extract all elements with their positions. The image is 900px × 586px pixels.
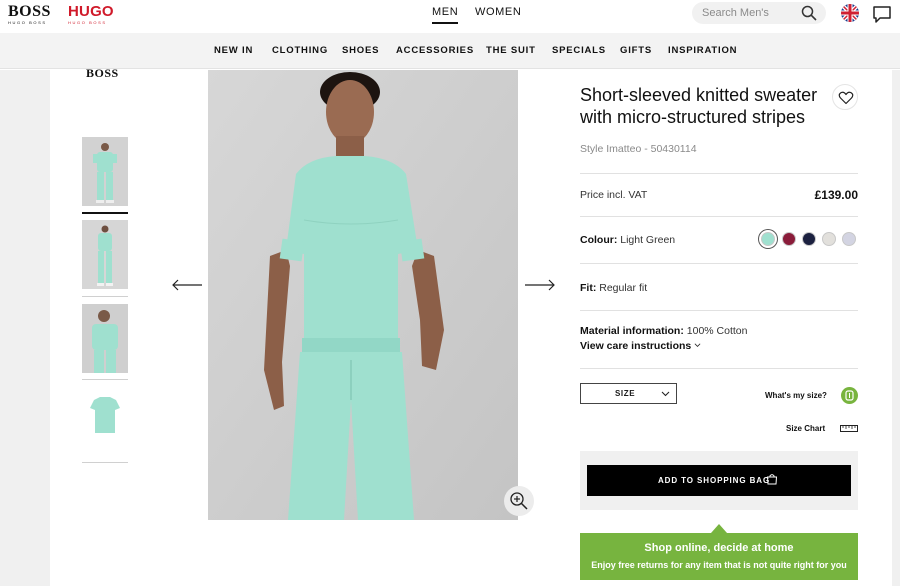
divider bbox=[580, 173, 858, 174]
size-chart-link[interactable]: Size Chart bbox=[786, 424, 825, 433]
zoom-in-icon bbox=[510, 492, 528, 510]
promo-title: Shop online, decide at home bbox=[644, 542, 794, 554]
swatch-lilac[interactable] bbox=[842, 232, 856, 246]
material-value: 100% Cotton bbox=[686, 325, 748, 337]
care-instructions-link[interactable]: View care instructions bbox=[580, 340, 701, 352]
thumbnail-model-crop-image bbox=[82, 304, 128, 373]
divider bbox=[580, 310, 858, 311]
main-product-image[interactable] bbox=[208, 70, 518, 520]
divider bbox=[580, 263, 858, 264]
zoom-in-button[interactable] bbox=[504, 486, 534, 516]
size-advisor-icon bbox=[845, 390, 854, 401]
hugo-logo[interactable]: HUGO HUGO BOSS bbox=[68, 3, 114, 26]
colour-row: Colour: Light Green bbox=[580, 234, 675, 246]
boss-logo[interactable]: BOSS HUGO BOSS bbox=[8, 3, 52, 26]
nav-item-accessories[interactable]: ACCESSORIES bbox=[396, 45, 474, 56]
chat-icon[interactable] bbox=[872, 4, 892, 24]
size-select-label: SIZE bbox=[615, 389, 636, 398]
category-nav: NEW IN CLOTHING SHOES ACCESSORIES THE SU… bbox=[0, 33, 900, 69]
tab-women[interactable]: WOMEN bbox=[475, 6, 521, 18]
add-to-bag-button[interactable]: ADD TO SHOPPING BAG bbox=[587, 465, 851, 496]
thumbnail-1[interactable] bbox=[82, 137, 128, 206]
nav-item-the-suit[interactable]: THE SUIT bbox=[486, 45, 536, 56]
nav-item-shoes[interactable]: SHOES bbox=[342, 45, 379, 56]
hugo-logo-text: HUGO bbox=[68, 3, 114, 20]
thumbnail-divider bbox=[82, 296, 128, 297]
nav-item-new-in[interactable]: NEW IN bbox=[214, 45, 253, 56]
promo-text: Enjoy free returns for any item that is … bbox=[591, 560, 847, 570]
uk-flag-icon[interactable] bbox=[841, 4, 859, 22]
arrow-right-icon[interactable] bbox=[524, 279, 556, 291]
material-row: Material information: 100% Cotton bbox=[580, 325, 747, 337]
thumbnail-divider bbox=[82, 379, 128, 380]
top-bar: BOSS HUGO BOSS HUGO HUGO BOSS MEN WOMEN … bbox=[0, 0, 900, 33]
nav-item-clothing[interactable]: CLOTHING bbox=[272, 45, 328, 56]
thumbnail-2[interactable] bbox=[82, 220, 128, 289]
ruler-icon[interactable] bbox=[840, 425, 858, 432]
heart-icon bbox=[838, 91, 854, 105]
divider bbox=[580, 368, 858, 369]
model-wearing-sweater-image bbox=[208, 70, 518, 520]
material-label: Material information: bbox=[580, 325, 684, 337]
product-title: Short-sleeved knitted sweater with micro… bbox=[580, 85, 818, 127]
right-gutter bbox=[892, 70, 900, 586]
colour-value: Light Green bbox=[620, 234, 676, 246]
nav-item-inspiration[interactable]: INSPIRATION bbox=[668, 45, 737, 56]
thumbnail-model-full-image bbox=[82, 220, 128, 289]
boss-logo-subtext: HUGO BOSS bbox=[8, 20, 47, 25]
thumbnail-4[interactable] bbox=[82, 388, 128, 457]
free-returns-banner: Shop online, decide at home Enjoy free r… bbox=[580, 524, 858, 580]
size-select[interactable]: SIZE bbox=[580, 383, 677, 404]
fit-row: Fit: Regular fit bbox=[580, 282, 647, 294]
add-to-bag-label: ADD TO SHOPPING BAG bbox=[658, 476, 771, 485]
tab-men[interactable]: MEN bbox=[432, 6, 459, 24]
chevron-down-icon bbox=[661, 391, 670, 397]
search-placeholder: Search Men's bbox=[702, 7, 769, 19]
gallery-brand-logo: BOSS bbox=[86, 66, 119, 77]
swatch-burgundy[interactable] bbox=[782, 232, 796, 246]
price-value: £139.00 bbox=[814, 188, 858, 202]
search-input[interactable]: Search Men's bbox=[692, 2, 826, 24]
colour-label: Colour: bbox=[580, 234, 618, 246]
wishlist-button[interactable] bbox=[832, 84, 858, 110]
whats-my-size-link[interactable]: What's my size? bbox=[765, 391, 827, 400]
price-label: Price incl. VAT bbox=[580, 189, 648, 201]
thumbnail-divider bbox=[82, 462, 128, 463]
search-icon[interactable] bbox=[800, 4, 818, 22]
boss-logo-text: BOSS bbox=[8, 3, 51, 20]
add-to-bag-area: ADD TO SHOPPING BAG bbox=[580, 451, 858, 510]
nav-item-specials[interactable]: SPECIALS bbox=[552, 45, 606, 56]
fit-value: Regular fit bbox=[599, 282, 648, 294]
hugo-logo-subtext: HUGO BOSS bbox=[68, 20, 107, 25]
thumbnail-flat-product-image bbox=[82, 388, 128, 457]
swatch-beige[interactable] bbox=[822, 232, 836, 246]
chevron-down-icon bbox=[694, 343, 701, 347]
arrow-left-icon[interactable] bbox=[171, 279, 203, 291]
style-number: Style Imatteo - 50430114 bbox=[580, 143, 697, 155]
thumbnail-3[interactable] bbox=[82, 304, 128, 373]
left-gutter bbox=[0, 70, 50, 586]
nav-item-gifts[interactable]: GIFTS bbox=[620, 45, 652, 56]
fit-label: Fit: bbox=[580, 282, 597, 294]
thumbnail-model-front-image bbox=[82, 137, 128, 206]
divider bbox=[580, 216, 858, 217]
care-instructions-label: View care instructions bbox=[580, 340, 692, 352]
shopping-bag-icon bbox=[766, 474, 778, 485]
active-thumbnail-indicator bbox=[82, 212, 128, 214]
swatch-light-green[interactable] bbox=[761, 232, 775, 246]
size-advisor-button[interactable] bbox=[841, 387, 858, 404]
swatch-navy[interactable] bbox=[802, 232, 816, 246]
